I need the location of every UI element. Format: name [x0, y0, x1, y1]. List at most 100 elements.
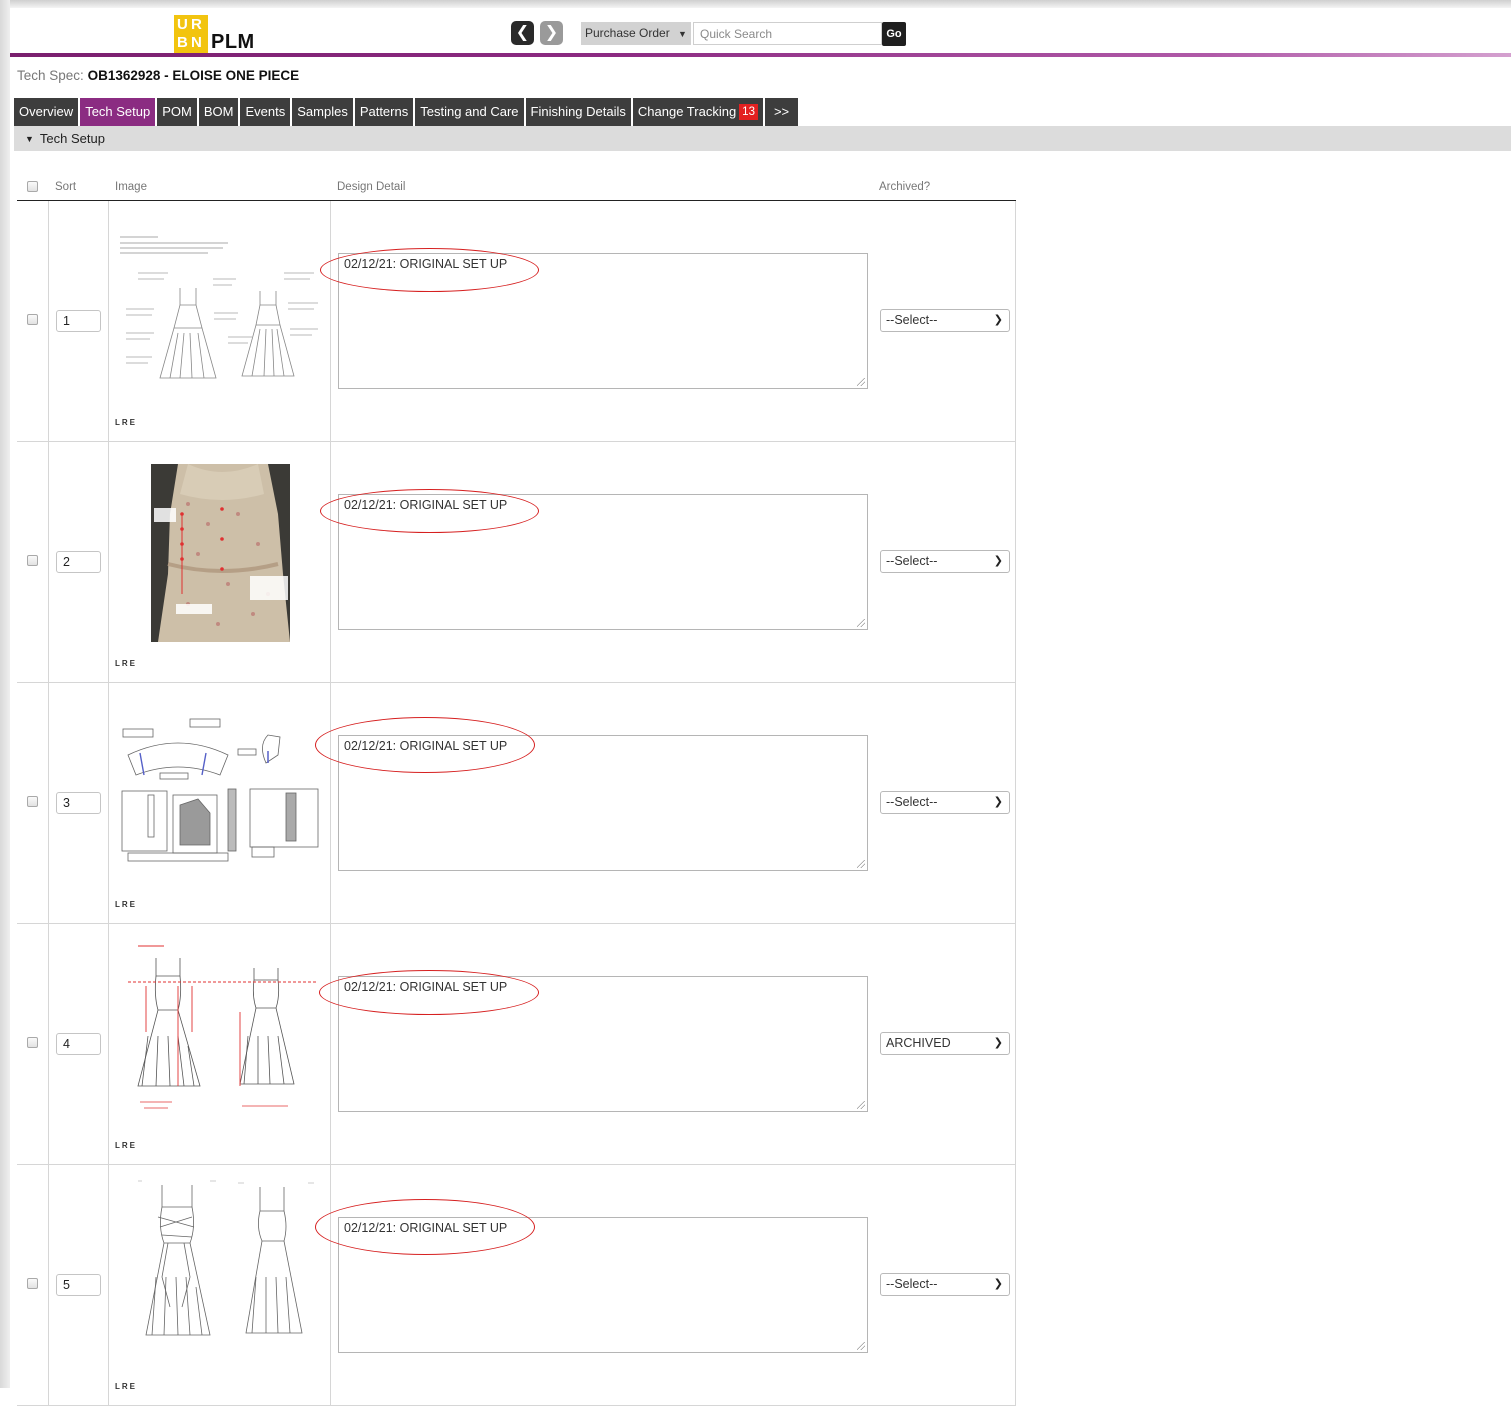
column-divider	[330, 683, 331, 923]
image-caption: LRE	[115, 1382, 137, 1391]
tab-bom[interactable]: BOM	[198, 98, 239, 126]
column-divider	[1015, 1165, 1016, 1405]
design-image-thumbnail[interactable]	[118, 1177, 324, 1367]
archived-select-value: --Select--	[886, 1277, 938, 1291]
tab-finishing-details[interactable]: Finishing Details	[525, 98, 631, 126]
spec-value: OB1362928 - ELOISE ONE PIECE	[87, 68, 300, 83]
flat-sketch-image	[138, 1180, 314, 1336]
column-divider	[108, 201, 109, 441]
annotation-ellipse	[320, 248, 539, 292]
logo-letter: B	[177, 34, 188, 51]
row-checkbox[interactable]	[27, 1037, 38, 1048]
section-title: Tech Setup	[39, 131, 105, 146]
archived-select-value: --Select--	[886, 795, 938, 809]
annotation-ellipse	[315, 717, 535, 773]
column-divider	[108, 683, 109, 923]
change-count-badge: 13	[739, 104, 758, 120]
sort-order-input[interactable]: 4	[56, 1033, 101, 1055]
row-checkbox[interactable]	[27, 796, 38, 807]
select-all-checkbox[interactable]	[27, 181, 38, 192]
row-checkbox[interactable]	[27, 314, 38, 325]
column-divider	[330, 924, 331, 1164]
design-image-thumbnail[interactable]	[118, 936, 324, 1126]
design-image-thumbnail[interactable]	[118, 454, 324, 644]
logo-mark: U R B N	[174, 15, 208, 53]
archived-select[interactable]: --Select-- ❯	[880, 791, 1010, 814]
tab-label: Change Tracking	[637, 104, 737, 119]
chevron-left-icon: ❮	[515, 24, 530, 41]
archived-select[interactable]: --Select-- ❯	[880, 550, 1010, 573]
column-divider	[330, 1165, 331, 1405]
column-divider	[48, 442, 49, 682]
chevron-down-icon: ❯	[993, 1278, 1003, 1290]
tab-more[interactable]: >>	[764, 98, 799, 126]
previous-button[interactable]: ❮	[511, 21, 534, 45]
resize-handle-icon[interactable]	[857, 619, 865, 627]
row-checkbox[interactable]	[27, 555, 38, 566]
fit-photo-image	[151, 464, 290, 642]
sort-order-input[interactable]: 3	[56, 792, 101, 814]
column-divider	[108, 1165, 109, 1405]
table-row: 5 LRE 02/12/21: ORIGINAL SET UP --Select…	[17, 1165, 1016, 1406]
sort-order-input[interactable]: 5	[56, 1274, 101, 1296]
tab-change-tracking[interactable]: Change Tracking 13	[632, 98, 763, 126]
resize-handle-icon[interactable]	[857, 1342, 865, 1350]
tab-events[interactable]: Events	[240, 98, 291, 126]
annotation-ellipse	[319, 970, 539, 1015]
caret-down-icon: ▼	[678, 29, 687, 39]
window-shadow-left	[0, 0, 10, 1388]
image-caption: LRE	[115, 418, 137, 427]
archived-select[interactable]: --Select-- ❯	[880, 309, 1010, 332]
column-divider	[48, 201, 49, 441]
tab-patterns[interactable]: Patterns	[354, 98, 414, 126]
column-divider	[1015, 201, 1016, 441]
column-divider	[330, 201, 331, 441]
chevron-down-icon: ❯	[993, 1037, 1003, 1049]
caret-down-icon: ▼	[25, 134, 34, 144]
row-checkbox[interactable]	[27, 1278, 38, 1289]
chevron-down-icon: ❯	[993, 314, 1003, 326]
chevron-down-icon: ❯	[993, 796, 1003, 808]
column-header-sort: Sort	[55, 181, 77, 193]
tab-pom[interactable]: POM	[157, 98, 197, 126]
next-button[interactable]: ❯	[540, 21, 563, 45]
header-divider	[10, 53, 1511, 57]
sort-order-input[interactable]: 2	[56, 551, 101, 573]
tab-overview[interactable]: Overview	[14, 98, 79, 126]
measurement-sketch-image	[128, 945, 318, 1109]
column-divider	[1015, 924, 1016, 1164]
table-header: Sort Image Design Detail Archived?	[17, 176, 1016, 201]
search-go-button[interactable]: Go	[882, 22, 906, 46]
section-header-tech-setup[interactable]: ▼ Tech Setup	[14, 126, 1511, 151]
archived-select[interactable]: ARCHIVED ❯	[880, 1032, 1010, 1055]
image-caption: LRE	[115, 1141, 137, 1150]
table-row: 1 LRE 02/12/21: ORIGINAL SET UP --Select…	[17, 201, 1016, 442]
column-divider	[48, 683, 49, 923]
design-image-thumbnail[interactable]	[118, 695, 324, 885]
archived-select[interactable]: --Select-- ❯	[880, 1273, 1010, 1296]
table-row: 4 LRE 02/12/21: ORIGINAL SET UP ARCHIVED…	[17, 924, 1016, 1165]
column-divider	[1015, 683, 1016, 923]
logo-letter: R	[191, 16, 202, 33]
annotation-ellipse	[320, 489, 539, 533]
flat-sketch-image	[120, 236, 318, 379]
table-row: 2 LRE 02/12/21: ORIGINAL SET UP --Select…	[17, 442, 1016, 683]
search-type-label: Purchase Order	[585, 26, 670, 40]
tab-testing-and-care[interactable]: Testing and Care	[415, 98, 524, 126]
tab-samples[interactable]: Samples	[292, 98, 353, 126]
logo-text: PLM	[211, 31, 255, 53]
column-divider	[108, 924, 109, 1164]
resize-handle-icon[interactable]	[857, 1101, 865, 1109]
archived-select-value: ARCHIVED	[886, 1036, 951, 1050]
archived-select-value: --Select--	[886, 554, 938, 568]
page-title: Tech Spec: OB1362928 - ELOISE ONE PIECE	[17, 68, 299, 83]
sort-order-input[interactable]: 1	[56, 310, 101, 332]
resize-handle-icon[interactable]	[857, 378, 865, 386]
quick-search-input[interactable]	[693, 22, 882, 45]
search-type-dropdown[interactable]: Purchase Order ▼	[581, 22, 691, 45]
tab-tech-setup[interactable]: Tech Setup	[80, 98, 156, 126]
design-image-thumbnail[interactable]	[118, 213, 324, 403]
column-header-image: Image	[115, 181, 147, 193]
resize-handle-icon[interactable]	[857, 860, 865, 868]
logo-letter: N	[191, 34, 202, 51]
